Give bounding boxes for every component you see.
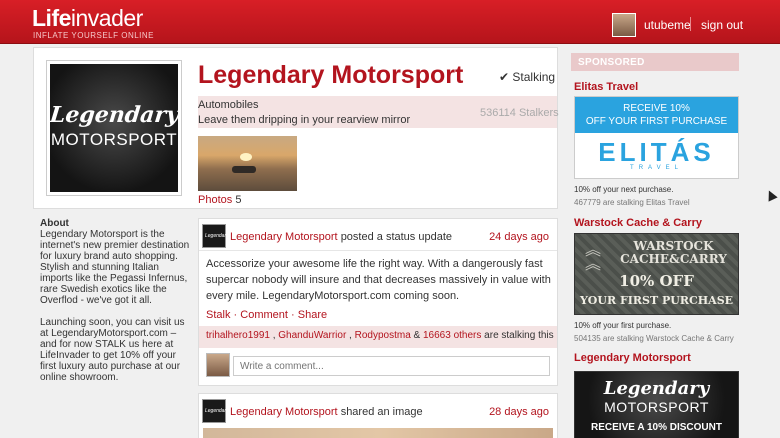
chevron-rank-icon: ︽ ︽ xyxy=(585,242,602,273)
ad-banner-legendary[interactable]: Legendary MOTORSPORT RECEIVE A 10% DISCO… xyxy=(574,371,739,438)
profile-logo-block: MOTORSPORT xyxy=(50,130,178,149)
ad-caption-warstock: 10% off your first purchase. xyxy=(574,321,672,330)
about-text-2: Launching soon, you can visit us at Lege… xyxy=(40,317,185,383)
legendary-ad-offer: RECEIVE A 10% DISCOUNT xyxy=(591,422,722,433)
post-divider xyxy=(199,250,557,251)
page-category: Automobiles xyxy=(198,99,259,111)
commenter-avatar xyxy=(206,353,230,377)
post-author-avatar[interactable]: Legendary xyxy=(202,399,229,423)
page-motto: Leave them dripping in your rearview mir… xyxy=(198,114,411,126)
post-action: shared an image xyxy=(340,406,423,418)
comment-input[interactable] xyxy=(233,356,550,376)
status-post: Legendary Legendary Motorsport posted a … xyxy=(198,218,558,386)
sunset-graphic xyxy=(240,153,252,161)
lifeinvader-logo[interactable]: Lifeinvader xyxy=(32,5,143,32)
photo-thumbnail[interactable] xyxy=(198,136,297,191)
about-text-1: Legendary Motorsport is the internet's n… xyxy=(40,229,190,306)
post-author-line: Legendary Motorsport shared an image xyxy=(230,406,423,418)
ad-stalkers-warstock: 504135 are stalking Warstock Cache & Car… xyxy=(574,334,734,343)
sign-out-link[interactable]: sign out xyxy=(701,18,743,32)
elitas-offer: RECEIVE 10% OFF YOUR FIRST PURCHASE xyxy=(575,97,738,133)
warstock-logo: WARSTOCK CACHE&CARRY xyxy=(620,239,727,266)
stalker-link-1[interactable]: trihalhero1991 xyxy=(206,330,270,341)
share-link[interactable]: Share xyxy=(298,309,327,321)
stalker-count: 536114 Stalkers xyxy=(480,107,559,119)
profile-logo-script: Legendary xyxy=(50,102,178,128)
post-action: posted a status update xyxy=(340,231,452,243)
stalk-link[interactable]: Stalk xyxy=(206,309,230,321)
stalker-link-3[interactable]: Rodypostma xyxy=(355,330,411,341)
shared-image[interactable] xyxy=(203,428,553,438)
sponsored-label: SPONSORED xyxy=(578,57,645,68)
post-author-link[interactable]: Legendary Motorsport xyxy=(230,406,338,418)
stalking-label: Stalking xyxy=(512,70,556,84)
elitas-logo-sub: TRAVEL xyxy=(630,165,683,171)
about-heading: About xyxy=(40,218,69,229)
elitas-logo: ELITÁS xyxy=(598,137,715,167)
checkmark-icon: ✔ xyxy=(499,70,510,84)
user-avatar[interactable] xyxy=(612,13,636,37)
post-author-link[interactable]: Legendary Motorsport xyxy=(230,231,338,243)
post-author-avatar[interactable]: Legendary xyxy=(202,224,229,248)
comment-link[interactable]: Comment xyxy=(240,309,288,321)
stalking-button[interactable]: ✔ Stalking xyxy=(499,70,555,84)
stalkers-text: trihalhero1991 , GhanduWarrior , Rodypos… xyxy=(206,330,554,341)
ad-title-warstock[interactable]: Warstock Cache & Carry xyxy=(574,217,702,229)
mouse-cursor-icon xyxy=(764,188,778,202)
about-section: About Legendary Motorsport is the intern… xyxy=(40,218,190,394)
top-bar: Lifeinvader INFLATE YOURSELF ONLINE utub… xyxy=(0,0,780,44)
ad-caption-elitas: 10% off your next purchase. xyxy=(574,185,674,194)
others-link[interactable]: 16663 others xyxy=(423,330,481,341)
profile-picture[interactable]: Legendary MOTORSPORT xyxy=(46,60,182,196)
image-post: Legendary Legendary Motorsport shared an… xyxy=(198,393,558,438)
legendary-ad-block: MOTORSPORT xyxy=(604,399,709,415)
photos-link[interactable]: Photos 5 xyxy=(198,194,241,206)
ad-title-legendary[interactable]: Legendary Motorsport xyxy=(574,352,691,364)
username-link[interactable]: utubeme xyxy=(644,18,691,32)
post-actions: Stalk · Comment · Share xyxy=(206,309,328,321)
page-title: Legendary Motorsport xyxy=(198,61,464,89)
stalk-suffix: are stalking this xyxy=(484,330,554,341)
post-timestamp[interactable]: 24 days ago xyxy=(489,231,549,243)
stalker-link-2[interactable]: GhanduWarrior xyxy=(278,330,346,341)
ad-stalkers-elitas: 467779 are stalking Elitas Travel xyxy=(574,198,690,207)
post-author-line: Legendary Motorsport posted a status upd… xyxy=(230,231,452,243)
ad-banner-warstock[interactable]: ︽ ︽ WARSTOCK CACHE&CARRY 10% OFF YOUR FIRST… xyxy=(574,233,739,315)
ad-banner-elitas[interactable]: RECEIVE 10% OFF YOUR FIRST PURCHASE ELITÁ… xyxy=(574,96,739,179)
post-timestamp[interactable]: 28 days ago xyxy=(489,406,549,418)
ad-title-elitas[interactable]: Elitas Travel xyxy=(574,81,638,93)
logo-tagline: INFLATE YOURSELF ONLINE xyxy=(33,31,155,40)
legendary-ad-script: Legendary xyxy=(603,378,710,399)
car-graphic xyxy=(232,166,256,173)
topbar-divider xyxy=(690,17,691,31)
warstock-offer: 10% OFF YOUR FIRST PURCHASE xyxy=(579,272,734,307)
post-body: Accessorize your awesome life the right … xyxy=(206,258,551,302)
